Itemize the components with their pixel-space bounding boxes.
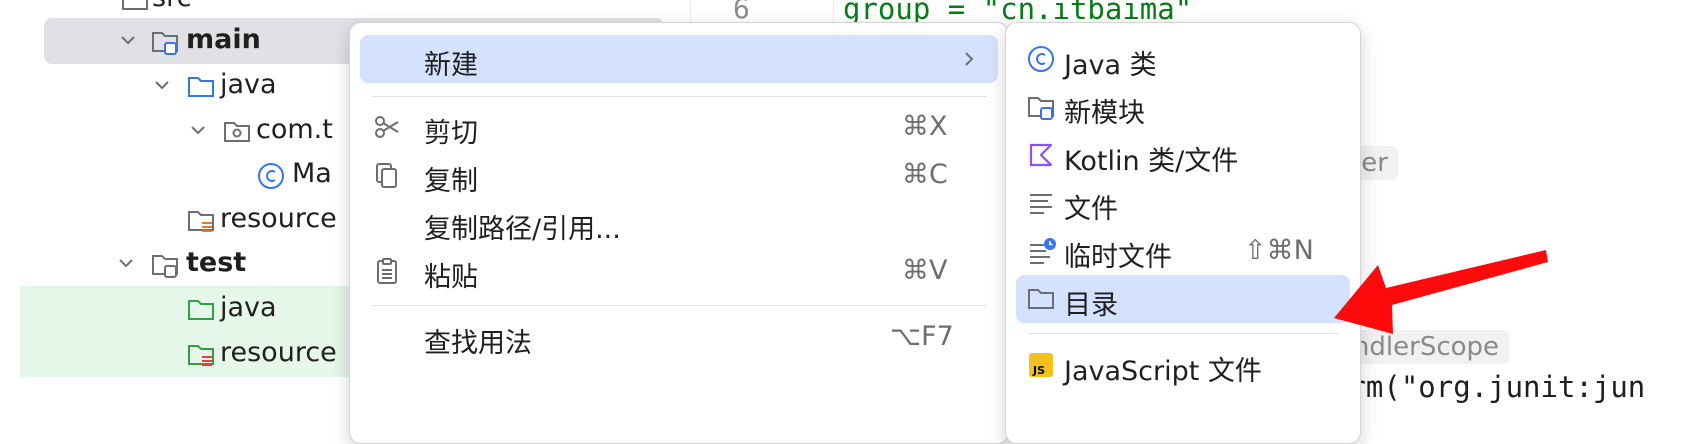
package-icon [224, 122, 250, 142]
shortcut-label: ⌘X [902, 111, 948, 142]
folder-icon [1028, 289, 1054, 309]
tree-label-test: test [186, 247, 247, 278]
menu-item-label: 目录 [1064, 290, 1118, 321]
submenu-item-file[interactable]: 文件 [1016, 179, 1350, 227]
menu-item-label: 文件 [1064, 194, 1118, 225]
module-folder-icon [152, 32, 178, 55]
shortcut-label: ⌘V [902, 255, 948, 286]
menu-separator [1028, 333, 1338, 334]
menu-item-new[interactable]: 新建 [360, 35, 998, 83]
tree-label-test-java: java [220, 292, 277, 323]
menu-item-label: 复制路径/引用... [424, 214, 621, 245]
test-folder-icon [188, 300, 214, 320]
submenu-item-kotlin[interactable]: Kotlin 类/文件 [1016, 131, 1350, 179]
menu-item-label: Java 类 [1064, 50, 1157, 81]
tree-label-package: com.t [256, 114, 333, 145]
menu-item-find-usages[interactable]: 查找用法 ⌥F7 [360, 313, 998, 361]
clipboard-icon [377, 258, 397, 284]
menu-item-copy[interactable]: 复制 ⌘C [360, 151, 998, 199]
code-line[interactable]: orm("org.junit:jun [1331, 370, 1645, 404]
module-folder-icon [1028, 97, 1054, 120]
submenu-item-java-class[interactable]: Java 类 [1016, 35, 1350, 83]
chevron-down-icon [155, 81, 169, 90]
submenu-item-directory[interactable]: 目录 [1016, 275, 1350, 323]
menu-item-paste[interactable]: 粘贴 ⌘V [360, 247, 998, 295]
menu-item-label: 粘贴 [424, 262, 478, 293]
file-text-icon [1030, 194, 1052, 214]
tree-label-main: main [186, 24, 261, 55]
menu-separator [372, 96, 986, 97]
tree-label-src: src [152, 0, 191, 13]
tree-label-main-class: Ma [292, 158, 332, 189]
resources-folder-icon [188, 211, 214, 232]
kotlin-icon [1029, 143, 1053, 167]
menu-item-label: 新建 [424, 50, 478, 81]
tree-label-resources: resource [220, 203, 337, 234]
tree-label-java: java [220, 69, 277, 100]
class-icon [258, 163, 284, 189]
copy-icon [376, 163, 397, 188]
chevron-down-icon [121, 36, 135, 45]
module-folder-icon [152, 255, 178, 278]
source-folder-icon [188, 77, 214, 97]
folder-icon [122, 0, 148, 10]
shortcut-label: ⌘C [902, 159, 948, 190]
submenu-item-new-module[interactable]: 新模块 [1016, 83, 1350, 131]
menu-item-copy-path[interactable]: 复制路径/引用... [360, 199, 998, 247]
menu-item-label: Kotlin 类/文件 [1064, 146, 1239, 177]
javascript-icon: JS [1029, 353, 1053, 377]
submenu-item-scratch[interactable]: 临时文件 ⇧⌘N [1016, 227, 1350, 275]
menu-item-label: 新模块 [1064, 98, 1145, 129]
chevron-right-icon [965, 52, 974, 66]
new-submenu: Java 类 新模块 Kotlin 类/文件 文件 临时文件 ⇧⌘N 目录 JS… [1005, 22, 1361, 444]
scratch-file-icon [1030, 238, 1056, 264]
test-resources-folder-icon [188, 345, 214, 366]
scissors-icon [375, 116, 399, 138]
menu-separator [372, 305, 986, 306]
class-icon [1028, 46, 1054, 72]
context-menu: 新建 剪切 ⌘X 复制 ⌘C 复制路径/引用... 粘贴 ⌘V 查找用法 ⌥F7 [349, 22, 1009, 444]
menu-item-label: 临时文件 [1064, 242, 1172, 273]
shortcut-label: ⌥F7 [890, 321, 954, 352]
menu-item-label: 查找用法 [424, 328, 532, 359]
menu-item-label: 剪切 [424, 118, 478, 149]
submenu-item-javascript[interactable]: JS JavaScript 文件 [1016, 341, 1350, 389]
menu-item-cut[interactable]: 剪切 ⌘X [360, 103, 998, 151]
chevron-down-icon [191, 126, 205, 135]
menu-item-label: 复制 [424, 166, 478, 197]
menu-item-label: JavaScript 文件 [1064, 356, 1262, 387]
chevron-down-icon [119, 259, 133, 268]
shortcut-label: ⇧⌘N [1244, 235, 1314, 266]
svg-text:JS: JS [1032, 364, 1045, 377]
tree-label-test-resources: resource [220, 337, 337, 368]
